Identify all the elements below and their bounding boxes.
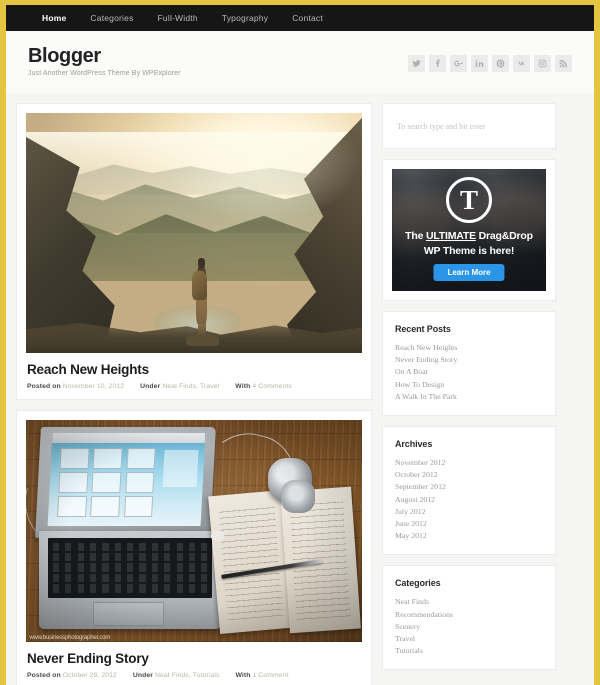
sidebar: T The ULTIMATE Drag&Drop WP Theme is her…: [382, 103, 556, 685]
google-plus-icon[interactable]: [450, 55, 467, 72]
photo-laptop-trackpad: [93, 602, 164, 627]
widget-title: Archives: [395, 439, 433, 450]
ad-banner[interactable]: T The ULTIMATE Drag&Drop WP Theme is her…: [392, 169, 546, 291]
site-title[interactable]: Blogger: [28, 45, 181, 67]
content-wrapper: Reach New Heights Posted on November 10,…: [6, 93, 594, 685]
list-item[interactable]: Scenery: [395, 621, 543, 633]
photo-hiker-head: [198, 258, 206, 268]
ad-headline-line2: WP Theme is here!: [423, 245, 515, 257]
site-tagline: Just Another WordPress Theme By WPExplor…: [28, 70, 181, 77]
linkedin-icon[interactable]: [471, 55, 488, 72]
post-date[interactable]: October 28, 2012: [63, 672, 117, 679]
recent-posts-widget: Recent Posts Reach New Heights Never End…: [382, 311, 556, 417]
nav-item-home[interactable]: Home: [30, 5, 78, 31]
list-item[interactable]: On A Boat: [395, 366, 543, 378]
recent-posts-list: Reach New Heights Never Ending Story On …: [395, 342, 543, 403]
nav-item-typography[interactable]: Typography: [210, 5, 280, 31]
nav-item-contact[interactable]: Contact: [280, 5, 335, 31]
post-comment-count[interactable]: 1 Comment: [253, 672, 289, 679]
post-meta: Posted on October 28, 2012 Under Neat Fi…: [27, 672, 362, 679]
list-item[interactable]: How To Design: [395, 379, 543, 391]
archives-list: November 2012 October 2012 September 201…: [395, 457, 543, 542]
post-date[interactable]: November 10, 2012: [63, 383, 124, 390]
archives-widget: Archives November 2012 October 2012 Sept…: [382, 426, 556, 556]
list-item[interactable]: November 2012: [395, 457, 543, 469]
site-header: Blogger Just Another WordPress Theme By …: [6, 31, 594, 93]
list-item[interactable]: A Walk In The Park: [395, 391, 543, 403]
rss-icon[interactable]: [555, 55, 572, 72]
list-item[interactable]: June 2012: [395, 518, 543, 530]
list-item[interactable]: September 2012: [395, 481, 543, 493]
search-widget: [382, 103, 556, 149]
categories-widget: Categories Neat Finds Recommendations Sc…: [382, 565, 556, 671]
twitter-icon[interactable]: [408, 55, 425, 72]
pinterest-icon[interactable]: [492, 55, 509, 72]
photo-hiker-backpack: [191, 271, 208, 301]
list-item[interactable]: Tutorials: [395, 645, 543, 657]
advertisement-widget: T The ULTIMATE Drag&Drop WP Theme is her…: [382, 159, 556, 301]
under-label: Under: [140, 383, 161, 390]
post-categories[interactable]: Neat Finds, Tutorials: [155, 672, 219, 679]
post-title[interactable]: Reach New Heights: [27, 362, 362, 377]
list-item[interactable]: August 2012: [395, 494, 543, 506]
ad-headline-emphasis: ULTIMATE: [425, 230, 476, 242]
main-navigation: Home Categories Full-Width Typography Co…: [6, 5, 594, 31]
under-label: Under: [132, 672, 154, 679]
ad-headline-prefix: The: [405, 230, 426, 242]
post-title[interactable]: Never Ending Story: [27, 651, 362, 666]
photo-laptop-screen: [47, 433, 205, 527]
list-item[interactable]: May 2012: [395, 530, 543, 542]
categories-list: Neat Finds Recommendations Scenery Trave…: [395, 596, 543, 657]
vk-icon[interactable]: [513, 55, 530, 72]
photo-watch-strap: [281, 479, 315, 514]
page-inner: Home Categories Full-Width Typography Co…: [6, 5, 594, 685]
with-label: With: [235, 383, 251, 390]
post-card: www.businessphotographer.com Never Endin…: [16, 410, 372, 685]
facebook-icon[interactable]: [429, 55, 446, 72]
list-item[interactable]: Neat Finds: [395, 596, 543, 608]
widget-title: Categories: [395, 578, 441, 589]
ad-headline-suffix: Drag&Drop: [475, 230, 533, 242]
photo-laptop-keyboard: [47, 537, 213, 598]
list-item[interactable]: Never Ending Story: [395, 354, 543, 366]
post-card: Reach New Heights Posted on November 10,…: [16, 103, 372, 400]
photo-screen-thumbnails: [56, 448, 156, 518]
list-item[interactable]: July 2012: [395, 506, 543, 518]
photo-screen-panel: [162, 450, 198, 488]
ad-headline-line1: The ULTIMATE Drag&Drop: [392, 230, 546, 242]
widget-title: Recent Posts: [395, 324, 451, 334]
nav-item-full-width[interactable]: Full-Width: [146, 5, 210, 31]
ad-logo: T: [446, 177, 492, 223]
instagram-icon[interactable]: [534, 55, 551, 72]
with-label: With: [235, 672, 251, 679]
list-item[interactable]: Travel: [395, 633, 543, 645]
posted-on-label: Posted on: [27, 383, 61, 390]
list-item[interactable]: Recommendations: [395, 609, 543, 621]
list-item[interactable]: October 2012: [395, 469, 543, 481]
post-meta: Posted on November 10, 2012 Under Neat F…: [27, 383, 362, 390]
main-content-column: Reach New Heights Posted on November 10,…: [16, 103, 372, 685]
nav-item-categories[interactable]: Categories: [78, 5, 145, 31]
learn-more-button[interactable]: Learn More: [433, 264, 505, 281]
search-input[interactable]: [383, 121, 555, 131]
photo-watermark: www.businessphotographer.com: [29, 634, 111, 641]
post-comment-count[interactable]: 4 Comments: [252, 383, 292, 390]
social-icon-list: [408, 55, 576, 72]
photo-screen-toolbar: [51, 433, 205, 444]
posted-on-label: Posted on: [27, 672, 61, 679]
list-item[interactable]: Reach New Heights: [395, 342, 543, 354]
post-featured-image[interactable]: [26, 113, 362, 353]
branding: Blogger Just Another WordPress Theme By …: [24, 45, 181, 77]
post-featured-image[interactable]: www.businessphotographer.com: [26, 420, 362, 642]
page-frame: Home Categories Full-Width Typography Co…: [0, 0, 600, 685]
post-categories[interactable]: Neat Finds, Travel: [162, 383, 219, 390]
